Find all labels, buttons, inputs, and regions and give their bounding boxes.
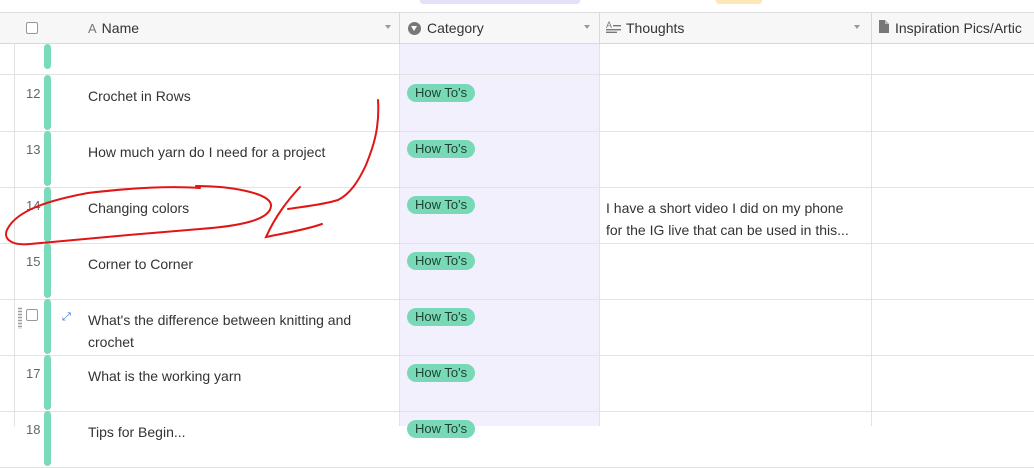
- row-color-bar: [44, 187, 51, 242]
- header-divider: [399, 13, 400, 43]
- name-line: crochet: [88, 334, 134, 350]
- column-header-name-label: Name: [101, 20, 140, 36]
- svg-text:A: A: [606, 20, 612, 30]
- column-header-row: A Name Category A Thoughts Inspiration P…: [0, 13, 1034, 44]
- row-number: 17: [26, 366, 41, 381]
- column-header-name[interactable]: A Name: [88, 13, 139, 43]
- row-number: 18: [26, 422, 41, 437]
- text-icon: A: [88, 20, 97, 36]
- category-tag[interactable]: How To's: [407, 196, 476, 214]
- table-row[interactable]: 12 Crochet in Rows How To's: [0, 75, 1034, 132]
- name-cell[interactable]: What's the difference between knitting a…: [88, 309, 388, 353]
- row-color-bar: [44, 355, 51, 410]
- row-color-bar: [44, 411, 51, 466]
- column-header-inspiration-label: Inspiration Pics/Artic: [895, 20, 1022, 36]
- drag-handle-icon[interactable]: [18, 307, 22, 329]
- name-cell[interactable]: Changing colors: [88, 197, 388, 219]
- name-cell[interactable]: What is the working yarn: [88, 365, 388, 387]
- category-tag[interactable]: How To's: [407, 140, 476, 158]
- name-cell[interactable]: How much yarn do I need for a project: [88, 141, 388, 163]
- select-all-checkbox[interactable]: [26, 22, 38, 34]
- long-text-icon: A: [606, 20, 621, 36]
- table-row[interactable]: ⤢ What's the difference between knitting…: [0, 299, 1034, 356]
- row-color-bar: [44, 75, 51, 130]
- table-row[interactable]: 15 Corner to Corner How To's: [0, 243, 1034, 300]
- name-cell[interactable]: Corner to Corner: [88, 253, 388, 275]
- row-number: 15: [26, 254, 41, 269]
- name-line: What's the difference between knitting a…: [88, 312, 352, 328]
- row-number: 12: [26, 86, 41, 101]
- chevron-down-icon[interactable]: [584, 25, 590, 29]
- select-icon: [408, 21, 421, 35]
- category-tag[interactable]: How To's: [407, 84, 476, 102]
- table-row[interactable]: 18 Tips for Begin... How To's: [0, 411, 1034, 468]
- filter-tab-indicator[interactable]: [716, 0, 762, 4]
- data-grid: A Name Category A Thoughts Inspiration P…: [0, 13, 1034, 468]
- row-color-bar: [44, 243, 51, 298]
- header-divider: [599, 13, 600, 43]
- column-header-thoughts[interactable]: A Thoughts: [606, 13, 684, 43]
- table-row[interactable]: [0, 44, 1034, 75]
- row-color-bar: [44, 131, 51, 186]
- name-cell[interactable]: Tips for Begin...: [88, 421, 388, 443]
- table-row[interactable]: 17 What is the working yarn How To's: [0, 355, 1034, 412]
- category-tag[interactable]: How To's: [407, 364, 476, 382]
- header-divider: [871, 13, 872, 43]
- chevron-down-icon[interactable]: [854, 25, 860, 29]
- expand-record-icon[interactable]: ⤢: [62, 311, 71, 324]
- row-color-bar: [44, 44, 51, 69]
- row-number: 14: [26, 198, 41, 213]
- row-color-bar: [44, 299, 51, 354]
- thoughts-line: for the IG live that can be used in this…: [606, 222, 849, 238]
- thoughts-line: I have a short video I did on my phone: [606, 200, 844, 216]
- column-header-inspiration[interactable]: Inspiration Pics/Artic: [879, 13, 1022, 43]
- category-tag[interactable]: How To's: [407, 252, 476, 270]
- table-row[interactable]: 13 How much yarn do I need for a project…: [0, 131, 1034, 188]
- category-tag[interactable]: How To's: [407, 420, 476, 438]
- toolbar-strip: [0, 0, 1034, 13]
- row-checkbox[interactable]: [26, 309, 38, 321]
- column-header-category-label: Category: [427, 20, 484, 36]
- chevron-down-icon[interactable]: [385, 25, 391, 29]
- table-row[interactable]: 14 Changing colors How To's I have a sho…: [0, 187, 1034, 244]
- row-number: 13: [26, 142, 41, 157]
- column-header-category[interactable]: Category: [408, 13, 484, 43]
- name-cell[interactable]: Crochet in Rows: [88, 85, 388, 107]
- file-icon: [879, 20, 889, 36]
- category-tag[interactable]: How To's: [407, 308, 476, 326]
- view-tab-indicator[interactable]: [420, 0, 580, 4]
- column-header-thoughts-label: Thoughts: [626, 20, 685, 36]
- thoughts-cell[interactable]: I have a short video I did on my phone f…: [606, 197, 868, 241]
